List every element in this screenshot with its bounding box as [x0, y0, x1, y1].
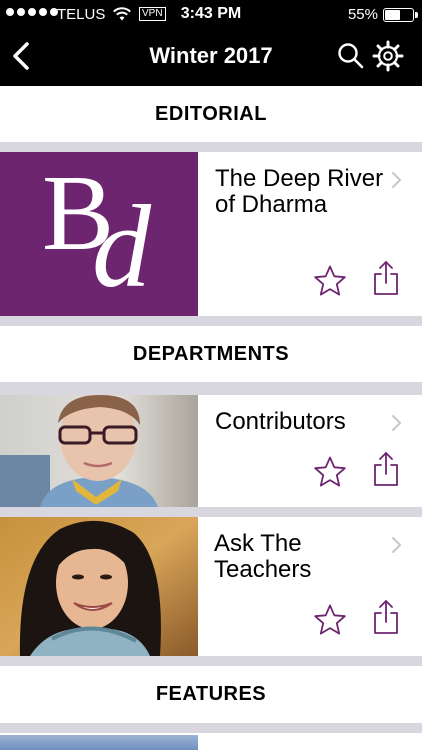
row-divider	[0, 507, 422, 517]
battery-icon	[383, 8, 418, 22]
search-icon[interactable]	[336, 41, 366, 71]
share-icon[interactable]	[370, 599, 402, 635]
chevron-right-icon[interactable]	[390, 535, 404, 555]
nav-bar: Winter 2017	[0, 30, 422, 86]
status-bar: TELUS VPN 3:43 PM 55%	[0, 0, 422, 30]
row-divider	[0, 656, 422, 666]
teacher-photo	[0, 517, 198, 656]
section-header-editorial: EDITORIAL	[0, 86, 422, 142]
row-divider	[0, 316, 422, 326]
bd-logo-thumbnail: B d	[0, 152, 198, 316]
share-icon[interactable]	[370, 451, 402, 487]
section-header-features: FEATURES	[0, 666, 422, 723]
top-bar: TELUS VPN 3:43 PM 55% Winter 2017	[0, 0, 422, 86]
article-row-ask-the-teachers[interactable]: Ask The Teachers	[0, 517, 422, 656]
next-article-thumbnail	[0, 735, 198, 750]
gear-icon[interactable]	[372, 40, 404, 72]
article-row-contributors[interactable]: Contributors	[0, 395, 422, 507]
star-icon[interactable]	[313, 264, 347, 298]
article-title[interactable]: Contributors	[215, 409, 385, 435]
share-icon[interactable]	[370, 260, 402, 296]
section-divider	[0, 723, 422, 733]
article-title[interactable]: Ask The Teachers	[214, 531, 384, 583]
section-header-departments: DEPARTMENTS	[0, 326, 422, 382]
article-title[interactable]: The Deep River of Dharma	[215, 166, 385, 218]
article-row-deep-river[interactable]: B d The Deep River of Dharma	[0, 152, 422, 316]
contributor-photo	[0, 395, 198, 507]
bd-logo: B d	[0, 152, 198, 316]
battery-percent: 55%	[347, 6, 378, 23]
section-divider	[0, 142, 422, 152]
star-icon[interactable]	[313, 603, 347, 637]
section-divider	[0, 382, 422, 395]
star-icon[interactable]	[313, 455, 347, 489]
chevron-right-icon[interactable]	[390, 413, 404, 433]
chevron-right-icon[interactable]	[390, 170, 404, 190]
next-article-row[interactable]	[0, 733, 422, 750]
